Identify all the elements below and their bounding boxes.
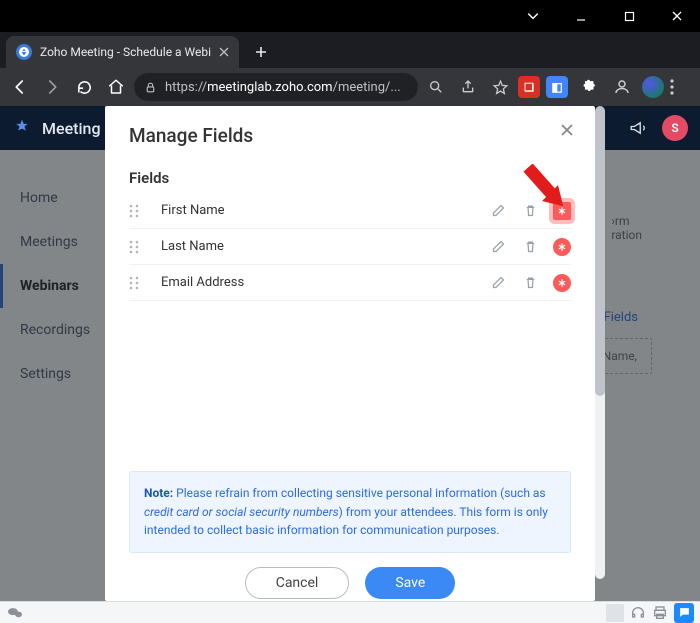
window-close-button[interactable] (654, 0, 700, 32)
app-logo-icon (12, 118, 32, 138)
extension-icon[interactable]: ❏ (518, 76, 540, 98)
drag-handle-icon[interactable] (129, 276, 139, 290)
status-bar (0, 601, 700, 623)
delete-icon[interactable] (521, 238, 539, 256)
window-titlebar (0, 0, 700, 32)
save-label: Save (395, 575, 425, 591)
field-row: First Name (129, 193, 571, 229)
lock-icon (144, 81, 157, 94)
bookmark-star-icon[interactable] (486, 73, 514, 101)
window-dropdown-icon[interactable] (510, 0, 556, 32)
avatar[interactable]: S (662, 115, 688, 141)
modal-scrollbar-thumb[interactable] (595, 106, 605, 396)
headset-icon[interactable] (630, 605, 646, 621)
tab-title: Zoho Meeting - Schedule a Webi (40, 45, 211, 59)
manage-fields-modal: Manage Fields Fields First Name (105, 106, 595, 601)
window-maximize-button[interactable] (606, 0, 652, 32)
field-row: Last Name (129, 229, 571, 265)
extensions-puzzle-icon[interactable] (574, 73, 602, 101)
cancel-label: Cancel (276, 575, 319, 591)
back-button[interactable] (6, 73, 34, 101)
forward-button[interactable] (38, 73, 66, 101)
fields-section-title: Fields (129, 169, 571, 187)
tab-favicon (16, 44, 32, 60)
delete-icon[interactable] (521, 202, 539, 220)
required-toggle[interactable] (553, 238, 571, 256)
megaphone-icon[interactable] (624, 114, 652, 142)
url-bar[interactable]: https://meetinglab.zoho.com/meeting/... (134, 73, 418, 101)
edit-icon[interactable] (489, 274, 507, 292)
field-label: Last Name (153, 239, 475, 254)
new-tab-button[interactable] (247, 38, 275, 66)
field-row: Email Address (129, 265, 571, 301)
chat-icon[interactable] (6, 606, 24, 620)
home-button[interactable] (102, 73, 130, 101)
drag-handle-icon[interactable] (129, 204, 139, 218)
edit-icon[interactable] (489, 202, 507, 220)
modal-close-button[interactable] (559, 122, 575, 138)
app-brand: Meeting (42, 119, 101, 138)
edit-icon[interactable] (489, 238, 507, 256)
field-label: First Name (153, 203, 475, 218)
required-toggle[interactable] (553, 202, 571, 220)
browser-toolbar: https://meetinglab.zoho.com/meeting/... … (0, 68, 700, 106)
tab-close-icon[interactable] (219, 47, 229, 57)
extension-icon[interactable] (642, 76, 664, 98)
info-note: Note: Please refrain from collecting sen… (129, 471, 571, 553)
avatar-initial: S (671, 121, 678, 135)
share-icon[interactable] (454, 73, 482, 101)
save-button[interactable]: Save (365, 567, 455, 599)
browser-menu-icon[interactable] (670, 79, 694, 95)
modal-title: Manage Fields (129, 124, 571, 147)
reload-button[interactable] (70, 73, 98, 101)
tray-icon[interactable] (606, 604, 624, 622)
zoom-icon[interactable] (422, 73, 450, 101)
printer-icon[interactable] (652, 605, 668, 621)
url-text: https://meetinglab.zoho.com/meeting/... (165, 80, 401, 95)
drag-handle-icon[interactable] (129, 240, 139, 254)
required-toggle[interactable] (553, 274, 571, 292)
extension-icon[interactable]: ◧ (546, 76, 568, 98)
chat-bubble-icon[interactable] (674, 603, 694, 623)
delete-icon[interactable] (521, 274, 539, 292)
field-label: Email Address (153, 275, 475, 290)
window-minimize-button[interactable] (558, 0, 604, 32)
cancel-button[interactable]: Cancel (245, 567, 350, 599)
browser-tabbar: Zoho Meeting - Schedule a Webi (0, 32, 700, 68)
browser-tab[interactable]: Zoho Meeting - Schedule a Webi (6, 36, 239, 68)
account-icon[interactable] (608, 73, 636, 101)
